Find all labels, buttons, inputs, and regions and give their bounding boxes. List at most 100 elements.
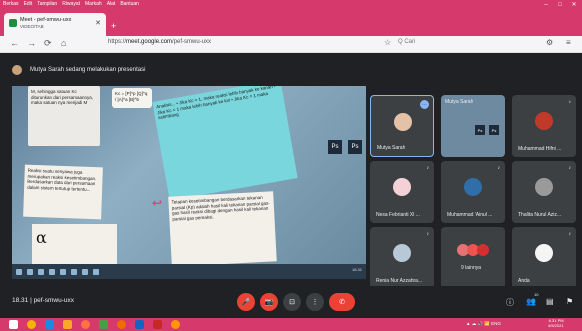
slide-note-units: M, sehingga satuan Kc diturunkan dari pe… <box>28 86 100 146</box>
participant-tile[interactable]: ♪ Muhammad Hifni ... <box>512 95 576 157</box>
avatar <box>535 178 553 196</box>
home-icon[interactable]: ⌂ <box>61 38 66 48</box>
mic-muted-icon: ♪ <box>426 231 430 237</box>
participant-name: Anda <box>518 278 530 284</box>
participant-name: Nesa Febrianti Xl ... <box>376 212 420 218</box>
taskbar-app-icon <box>93 268 99 275</box>
tab-subtitle: VIDEO/TAB <box>20 24 44 29</box>
clock-date: 4/5/2021 <box>548 322 564 328</box>
mic-toggle-button[interactable]: 🎤 <box>237 293 255 311</box>
url-path: /pef-smwu-uxx <box>172 39 212 45</box>
participant-name: Thalita Nurul Aziz... <box>518 212 562 218</box>
participant-name: Muhammad Hifni ... <box>518 146 562 152</box>
slide: M, sehingga satuan Kc diturunkan dari pe… <box>12 86 366 267</box>
system-tray[interactable]: ▲ ☁ 🔊 📶 ENG <box>466 321 501 327</box>
browser-toolbar: ← → ⟳ ⌂ https://meet.google.com/pef-smwu… <box>0 36 582 53</box>
url-host: meet.google.com <box>126 39 173 45</box>
back-icon[interactable]: ← <box>10 38 19 48</box>
participant-tile[interactable]: Mutya Sarah Ps Ps <box>441 95 505 157</box>
meeting-code: 18.31 | pef-smwu-uxx <box>12 297 75 304</box>
participant-tile-others[interactable]: 9 lainnya <box>441 227 505 289</box>
taskbar-app-icon <box>60 268 66 275</box>
mic-muted-icon: ♪ <box>426 165 430 171</box>
participant-name: Mutya Sarah <box>377 145 406 151</box>
search-input[interactable]: Q Cari <box>398 39 415 45</box>
people-icon[interactable]: 👥 <box>526 297 536 306</box>
hamburger-menu-icon[interactable]: ≡ <box>566 38 571 47</box>
mic-muted-icon: ♪ <box>497 165 501 171</box>
close-window-button[interactable]: ✕ <box>568 0 580 9</box>
menu-tampilan[interactable]: Tampilan <box>37 0 57 9</box>
taskbar-app-icon <box>16 268 22 275</box>
windows-taskbar: ▲ ☁ 🔊 📶 ENG 6.31 PM 4/5/2021 <box>0 318 582 331</box>
presenter-taskbar: 18.31 <box>12 264 366 279</box>
bookmark-star-icon[interactable]: ☆ <box>384 38 391 47</box>
participant-tile[interactable]: ♪ Muhammad 'Ainul ... <box>441 161 505 223</box>
powerpoint-icon[interactable] <box>153 320 162 329</box>
slide-note-analysis: Analisis... • Jika Kc > 1, maka reaksi l… <box>152 86 298 201</box>
alpha-symbol: α <box>36 228 47 247</box>
tab-meet[interactable]: Meet - pef-smwu-uxx VIDEO/TAB ✕ <box>4 13 106 36</box>
menu-edit[interactable]: Edit <box>24 0 33 9</box>
reload-icon[interactable]: ⟳ <box>44 38 52 49</box>
participant-tile[interactable]: ⋯ Mutya Sarah <box>370 95 434 157</box>
forward-icon[interactable]: → <box>27 38 36 48</box>
chat-icon[interactable]: ▤ <box>546 297 554 306</box>
firefox-icon[interactable] <box>81 320 90 329</box>
avatar <box>477 244 489 256</box>
others-count: 9 lainnya <box>461 265 482 271</box>
avatar <box>464 178 482 196</box>
chrome-icon[interactable] <box>27 320 36 329</box>
app-icon[interactable] <box>117 320 126 329</box>
word-icon[interactable] <box>135 320 144 329</box>
shared-screen[interactable]: M, sehingga satuan Kc diturunkan dari pe… <box>12 86 366 279</box>
taskbar-app-icon <box>38 268 44 275</box>
info-icon[interactable]: ⓘ <box>506 297 514 308</box>
start-icon[interactable] <box>9 320 18 329</box>
more-options-button[interactable]: ⋮ <box>306 293 324 311</box>
photoshop-icon: Ps <box>475 125 485 135</box>
camera-toggle-button[interactable]: 📷 <box>260 293 278 311</box>
app-icon[interactable] <box>99 320 108 329</box>
url-bar[interactable]: https://meet.google.com/pef-smwu-uxx <box>108 39 211 45</box>
menu-bantuan[interactable]: Bantuan <box>120 0 139 9</box>
photoshop-icon: Ps <box>489 125 499 135</box>
folder-icon[interactable] <box>63 320 72 329</box>
maximize-button[interactable]: □ <box>554 0 566 9</box>
presenter-clock: 18.31 <box>351 267 362 272</box>
participant-tile-self[interactable]: ♪ Anda <box>512 227 576 289</box>
taskbar-app-icon <box>27 268 33 275</box>
edge-icon[interactable] <box>45 320 54 329</box>
menu-markah[interactable]: Markah <box>85 0 102 9</box>
mic-muted-icon: ♪ <box>568 165 572 171</box>
new-tab-button[interactable]: + <box>111 21 116 31</box>
present-now-button[interactable]: ⊡ <box>283 293 301 311</box>
avatar <box>393 178 411 196</box>
participant-name: Muhammad 'Ainul ... <box>447 212 493 218</box>
avatar <box>535 244 553 262</box>
participant-tile[interactable]: ♪ Renia Nur Azzahra... <box>370 227 434 289</box>
avatar <box>535 112 553 130</box>
avatar <box>393 244 411 262</box>
mic-muted-icon: ♪ <box>568 231 572 237</box>
firefox-active-icon[interactable] <box>171 320 180 329</box>
mic-muted-icon: ♪ <box>568 99 572 105</box>
close-tab-icon[interactable]: ✕ <box>95 19 101 27</box>
participant-tile[interactable]: ♪ Thalita Nurul Aziz... <box>512 161 576 223</box>
arrow-icon: ↩ <box>152 196 163 210</box>
minimize-button[interactable]: – <box>540 0 552 9</box>
participant-tile[interactable]: ♪ Nesa Febrianti Xl ... <box>370 161 434 223</box>
menu-alat[interactable]: Alat <box>107 0 116 9</box>
menu-riwayat[interactable]: Riwayat <box>62 0 80 9</box>
participant-name: Renia Nur Azzahra... <box>376 278 423 284</box>
slide-note-reaction: Reaksi suatu senyawa juga merupakan reak… <box>23 164 103 220</box>
more-options-icon[interactable]: ⋯ <box>420 100 429 109</box>
leave-call-button[interactable]: ✆ <box>329 293 355 311</box>
taskbar-app-icon <box>49 268 55 275</box>
avatar <box>394 113 412 131</box>
system-clock[interactable]: 6.31 PM 4/5/2021 <box>548 318 564 329</box>
presenter-banner: Mutya Sarah sedang melakukan presentasi <box>12 64 145 76</box>
settings-icon[interactable]: ⚙ <box>546 38 553 47</box>
menu-berkas[interactable]: Berkas <box>3 0 19 9</box>
activities-icon[interactable]: ⚑ <box>566 297 573 306</box>
